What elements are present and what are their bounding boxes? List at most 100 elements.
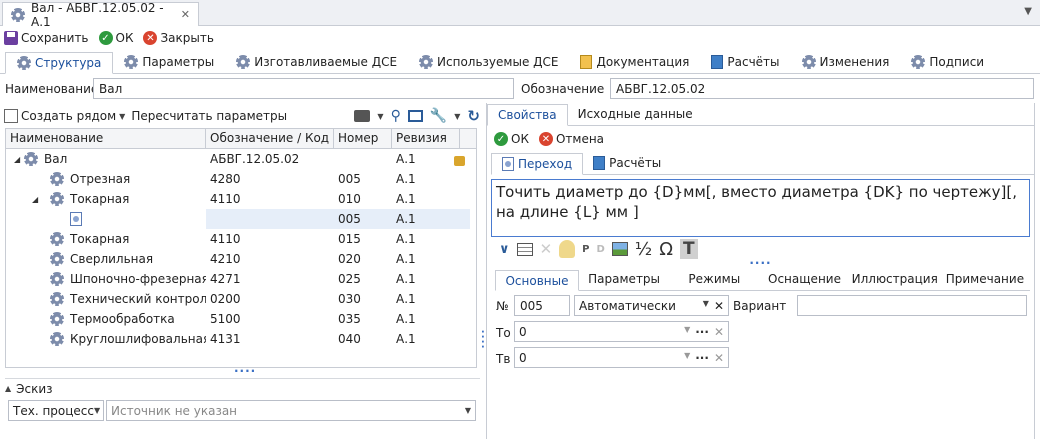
ok-button[interactable]: ✓ ОК xyxy=(494,132,529,146)
table-icon[interactable] xyxy=(516,242,533,256)
process-select-value: Тех. процесс xyxy=(13,403,94,418)
calculator-icon xyxy=(711,55,724,69)
refresh-icon[interactable]: ↻ xyxy=(467,107,480,125)
table-row[interactable]: Круглошлифовальная 4131 040 А.1 xyxy=(6,329,476,349)
table-row[interactable]: Сверлильная 4210 020 А.1 xyxy=(6,249,476,269)
properties-actions: ✓ ОК ✕ Отмена xyxy=(487,126,1034,152)
tab-calculations[interactable]: Расчёты xyxy=(700,51,790,73)
table-row[interactable]: ◢ Вал АБВГ.12.05.02 А.1 xyxy=(6,149,476,169)
table-row[interactable]: Отрезная 4280 005 А.1 xyxy=(6,169,476,189)
variant-field[interactable] xyxy=(797,295,1027,316)
tab-note[interactable]: Примечание xyxy=(940,269,1030,290)
mode-select[interactable]: Автоматически ▼ ✕ xyxy=(574,295,729,316)
chevron-down-icon[interactable]: ▼ xyxy=(684,351,690,365)
parameter-d-icon[interactable]: D xyxy=(596,244,604,255)
table-row[interactable]: ◢ Токарная 4110 010 А.1 xyxy=(6,189,476,209)
tab-documentation[interactable]: Документация xyxy=(569,51,700,73)
tab-calculations-inner[interactable]: Расчёты xyxy=(583,152,671,174)
ok-label: ОК xyxy=(115,31,134,45)
row-revision: А.1 xyxy=(396,172,416,186)
delete-icon[interactable]: ✕ xyxy=(540,240,553,258)
tab-params[interactable]: Параметры xyxy=(579,269,669,290)
source-select[interactable]: Источник не указан ▼ xyxy=(106,400,476,421)
designation-field[interactable]: АБВГ.12.05.02 xyxy=(610,78,1034,99)
tab-properties[interactable]: Свойства xyxy=(487,104,568,126)
ellipsis-icon[interactable]: ··· xyxy=(695,325,709,339)
vertical-splitter-handle[interactable]: · · · · xyxy=(481,328,485,353)
column-number[interactable]: Номер xyxy=(334,129,392,148)
create-near-button[interactable]: Создать рядом ▼ xyxy=(4,109,125,123)
tab-label: Расчёты xyxy=(609,156,662,170)
lightbulb-icon[interactable] xyxy=(559,240,576,258)
tab-structure[interactable]: Структура xyxy=(5,52,114,74)
column-name[interactable]: Наименование xyxy=(6,129,206,148)
table-row[interactable]: Технический контроль 0200 030 А.1 xyxy=(6,289,476,309)
tv-field[interactable]: 0 ▼ ··· ✕ xyxy=(514,347,729,368)
row-code: АБВГ.12.05.02 xyxy=(210,152,300,166)
row-number: 020 xyxy=(338,252,361,266)
tab-source-data[interactable]: Исходные данные xyxy=(568,103,703,125)
chevron-down-icon[interactable]: ▼ xyxy=(1024,6,1032,17)
number-field[interactable]: 005 xyxy=(514,295,570,316)
panel-icon[interactable] xyxy=(407,110,423,122)
tab-modes[interactable]: Режимы xyxy=(669,269,759,290)
cancel-button[interactable]: ✕ Отмена xyxy=(538,132,604,146)
chevron-down-icon[interactable]: ▼ xyxy=(684,325,690,339)
expand-arrow-icon[interactable]: ◢ xyxy=(32,195,42,204)
row-name: Технический контроль xyxy=(70,292,206,306)
table-row-selected[interactable]: 005 А.1 xyxy=(6,209,476,229)
clear-icon[interactable]: ✕ xyxy=(714,325,724,339)
chevron-down-icon[interactable]: ▼ xyxy=(703,299,709,313)
gear-icon xyxy=(17,56,31,70)
editor-splitter[interactable]: ···· xyxy=(487,257,1034,269)
tab-main-params[interactable]: Основные xyxy=(495,270,579,291)
to-field[interactable]: 0 ▼ ··· ✕ xyxy=(514,321,729,342)
tab-equipment[interactable]: Оснащение xyxy=(759,269,849,290)
fraction-icon[interactable]: ½ xyxy=(635,239,652,260)
chevron-down-icon[interactable]: ▼ xyxy=(377,112,383,121)
process-select[interactable]: Тех. процесс ▼ xyxy=(8,400,104,421)
tab-transition[interactable]: Переход xyxy=(491,153,584,175)
parameter-p-icon[interactable]: P xyxy=(582,244,589,255)
column-revision[interactable]: Ревизия xyxy=(392,129,460,148)
chevron-down-icon[interactable]: ∨ xyxy=(499,242,510,257)
chevron-down-icon[interactable]: ▼ xyxy=(119,112,125,121)
clear-icon[interactable]: ✕ xyxy=(714,351,724,365)
row-revision: А.1 xyxy=(392,209,470,229)
search-icon[interactable]: ⚲ xyxy=(391,108,401,124)
omega-icon[interactable]: Ω xyxy=(659,239,673,260)
image-icon[interactable] xyxy=(611,242,628,256)
chevron-down-icon[interactable]: ▼ xyxy=(454,112,460,121)
tab-changes[interactable]: Изменения xyxy=(791,51,901,73)
table-row[interactable]: Шпоночно-фрезерная 4271 025 А.1 xyxy=(6,269,476,289)
clear-icon[interactable]: ✕ xyxy=(714,299,724,313)
close-tab-icon[interactable]: ✕ xyxy=(181,8,190,21)
document-tab-title: Вал - АБВГ.12.05.02 - А.1 xyxy=(31,0,164,29)
tab-illustration[interactable]: Иллюстрация xyxy=(850,269,940,290)
column-code[interactable]: Обозначение / Код xyxy=(206,129,334,148)
tab-signatures[interactable]: Подписи xyxy=(900,51,995,73)
tab-label: Подписи xyxy=(929,55,985,69)
splitter-handle[interactable]: ···· xyxy=(234,364,256,378)
ellipsis-icon[interactable]: ··· xyxy=(695,351,709,365)
text-format-icon[interactable]: T xyxy=(680,239,698,259)
tab-manufactured-parts[interactable]: Изготавливаемые ДСЕ xyxy=(225,51,408,73)
wrench-icon[interactable]: 🔧 xyxy=(430,108,447,124)
close-button[interactable]: ✕ Закрыть xyxy=(143,31,214,45)
collapse-arrow-icon[interactable]: ▲ xyxy=(5,384,11,393)
document-tab[interactable]: Вал - АБВГ.12.05.02 - А.1 ✕ xyxy=(2,0,199,29)
tab-label: Изменения xyxy=(819,55,890,69)
save-button[interactable]: Сохранить xyxy=(4,31,89,45)
table-row[interactable]: Токарная 4110 015 А.1 xyxy=(6,229,476,249)
table-row[interactable]: Термообработка 5100 035 А.1 xyxy=(6,309,476,329)
sketch-header[interactable]: ▲ Эскиз xyxy=(5,378,480,398)
ok-button[interactable]: ✓ ОК xyxy=(98,31,134,45)
expand-arrow-icon[interactable]: ◢ xyxy=(14,155,24,164)
printer-icon[interactable] xyxy=(354,110,371,122)
transition-text-editor[interactable]: Точить диаметр до {D}мм[, вместо диаметр… xyxy=(491,179,1030,237)
tab-parameters[interactable]: Параметры xyxy=(113,51,225,73)
tab-used-parts[interactable]: Используемые ДСЕ xyxy=(408,51,569,73)
transition-doc-icon xyxy=(70,212,82,226)
recalc-button[interactable]: Пересчитать параметры xyxy=(131,109,287,123)
name-field[interactable]: Вал xyxy=(93,78,514,99)
